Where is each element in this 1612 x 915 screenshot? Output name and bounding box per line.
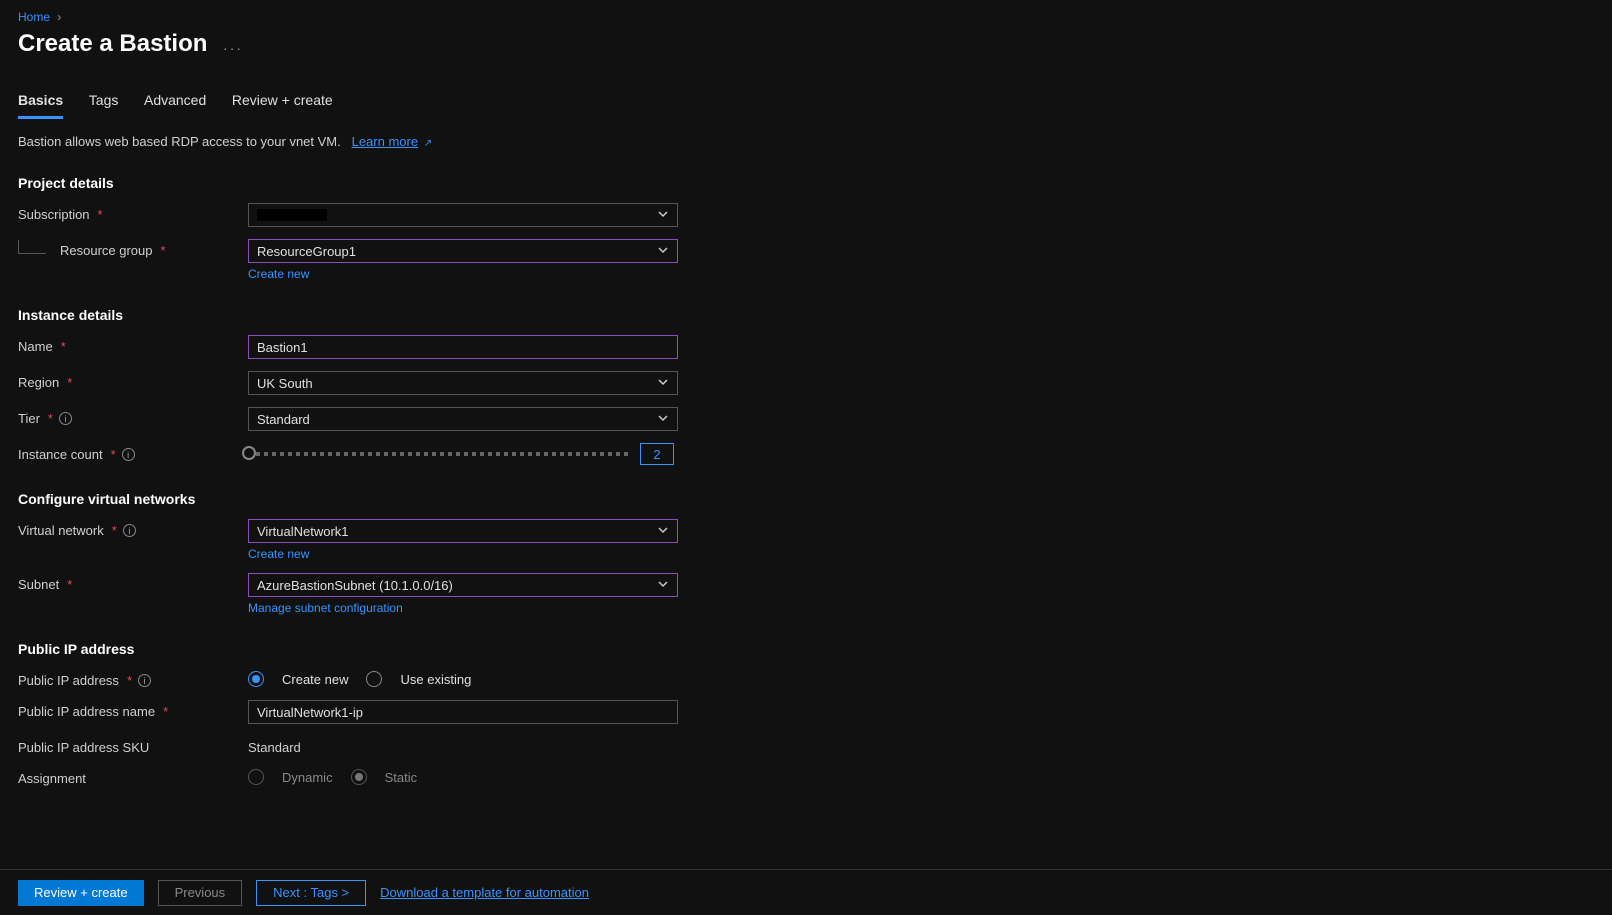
external-link-icon: ↗	[424, 138, 432, 149]
section-public-ip: Public IP address	[18, 641, 1612, 657]
intro-text: Bastion allows web based RDP access to y…	[18, 134, 341, 149]
info-icon[interactable]: i	[122, 448, 135, 461]
next-button[interactable]: Next : Tags >	[256, 880, 366, 906]
tab-review[interactable]: Review + create	[232, 86, 333, 116]
review-create-button[interactable]: Review + create	[18, 880, 144, 906]
label-assignment: Assignment	[18, 771, 86, 786]
label-subscription: Subscription	[18, 207, 90, 222]
learn-more-link[interactable]: Learn more	[352, 134, 418, 149]
resource-group-value: ResourceGroup1	[257, 244, 356, 259]
tab-advanced[interactable]: Advanced	[144, 86, 206, 116]
subnet-value: AzureBastionSubnet (10.1.0.0/16)	[257, 578, 453, 593]
region-select[interactable]: UK South	[248, 371, 678, 395]
subscription-select[interactable]	[248, 203, 678, 227]
slider-thumb[interactable]	[242, 446, 256, 460]
create-new-vnet-link[interactable]: Create new	[248, 547, 678, 561]
tab-basics[interactable]: Basics	[18, 86, 63, 119]
breadcrumb-home[interactable]: Home	[18, 10, 50, 24]
manage-subnet-link[interactable]: Manage subnet configuration	[248, 601, 678, 615]
label-virtual-network: Virtual network	[18, 523, 104, 538]
radio-use-existing[interactable]	[366, 671, 382, 687]
public-ip-name-value: VirtualNetwork1-ip	[257, 705, 363, 720]
more-icon[interactable]: ···	[223, 40, 243, 56]
instance-count-value[interactable]: 2	[640, 443, 674, 465]
chevron-down-icon	[657, 578, 669, 593]
radio-static-label: Static	[385, 770, 418, 785]
radio-create-new-label: Create new	[282, 672, 348, 687]
virtual-network-value: VirtualNetwork1	[257, 524, 349, 539]
breadcrumb: Home ›	[18, 10, 1612, 24]
radio-use-existing-label: Use existing	[400, 672, 471, 687]
label-public-ip-sku: Public IP address SKU	[18, 740, 149, 755]
label-name: Name	[18, 339, 53, 354]
name-input[interactable]: Bastion1	[248, 335, 678, 359]
section-vnet: Configure virtual networks	[18, 491, 1612, 507]
tier-select[interactable]: Standard	[248, 407, 678, 431]
label-instance-count: Instance count	[18, 447, 103, 462]
info-icon[interactable]: i	[59, 412, 72, 425]
radio-dynamic	[248, 769, 264, 785]
info-icon[interactable]: i	[123, 524, 136, 537]
chevron-down-icon	[657, 244, 669, 259]
chevron-down-icon	[657, 412, 669, 427]
radio-dynamic-label: Dynamic	[282, 770, 333, 785]
chevron-down-icon	[657, 524, 669, 539]
subscription-value	[257, 209, 327, 221]
resource-group-select[interactable]: ResourceGroup1	[248, 239, 678, 263]
tier-value: Standard	[257, 412, 310, 427]
virtual-network-select[interactable]: VirtualNetwork1	[248, 519, 678, 543]
download-template-link[interactable]: Download a template for automation	[380, 885, 589, 900]
public-ip-sku-value: Standard	[248, 736, 678, 755]
chevron-down-icon	[657, 376, 669, 391]
tabs: Basics Tags Advanced Review + create	[18, 86, 1612, 120]
public-ip-name-input[interactable]: VirtualNetwork1-ip	[248, 700, 678, 724]
footer: Review + create Previous Next : Tags > D…	[0, 869, 1612, 915]
subnet-select[interactable]: AzureBastionSubnet (10.1.0.0/16)	[248, 573, 678, 597]
label-public-ip-name: Public IP address name	[18, 704, 155, 719]
intro-text-row: Bastion allows web based RDP access to y…	[18, 134, 1612, 149]
info-icon[interactable]: i	[138, 674, 151, 687]
create-new-rg-link[interactable]: Create new	[248, 267, 678, 281]
label-public-ip: Public IP address	[18, 673, 119, 688]
tab-tags[interactable]: Tags	[89, 86, 119, 116]
page-title: Create a Bastion	[18, 30, 207, 58]
section-project-details: Project details	[18, 175, 1612, 191]
name-value: Bastion1	[257, 340, 308, 355]
chevron-right-icon: ›	[57, 10, 61, 24]
section-instance-details: Instance details	[18, 307, 1612, 323]
label-resource-group: Resource group	[60, 243, 153, 258]
chevron-down-icon	[657, 208, 669, 223]
region-value: UK South	[257, 376, 313, 391]
label-region: Region	[18, 375, 59, 390]
radio-create-new[interactable]	[248, 671, 264, 687]
instance-count-slider[interactable]	[248, 452, 628, 456]
label-subnet: Subnet	[18, 577, 59, 592]
radio-static	[351, 769, 367, 785]
previous-button[interactable]: Previous	[158, 880, 243, 906]
label-tier: Tier	[18, 411, 40, 426]
